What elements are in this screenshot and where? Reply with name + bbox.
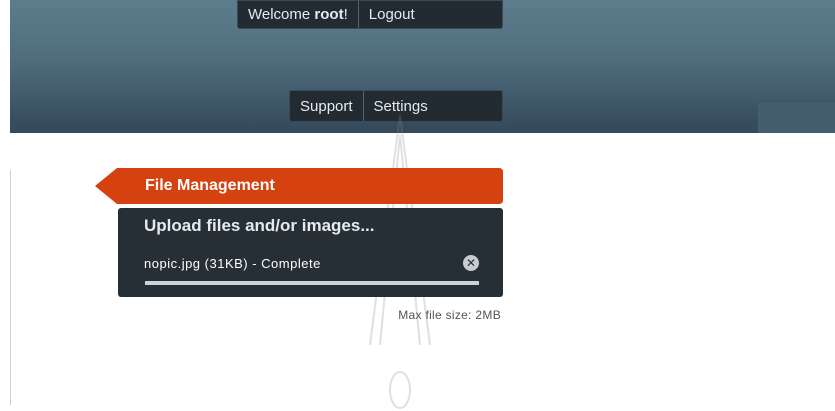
upload-prompt[interactable]: Upload files and/or images...: [144, 216, 375, 236]
file-management-tab: File Management: [95, 168, 503, 204]
welcome-text: Welcome root!: [248, 6, 348, 23]
section-title: File Management: [145, 177, 275, 194]
logout-link[interactable]: Logout: [359, 1, 425, 28]
content-left-border: [10, 170, 11, 405]
max-file-size-note: Max file size: 2MB: [398, 308, 501, 322]
username: root: [314, 6, 344, 23]
header-band-edge: [758, 103, 835, 133]
upload-progress-bar: [145, 281, 479, 285]
user-bar: Welcome root! Logout: [237, 0, 503, 29]
close-icon[interactable]: ✕: [463, 255, 479, 271]
upload-panel[interactable]: Upload files and/or images... nopic.jpg …: [118, 208, 503, 297]
upload-progress-fill: [145, 281, 479, 285]
uploaded-file-status: nopic.jpg (31KB) - Complete: [144, 256, 321, 271]
